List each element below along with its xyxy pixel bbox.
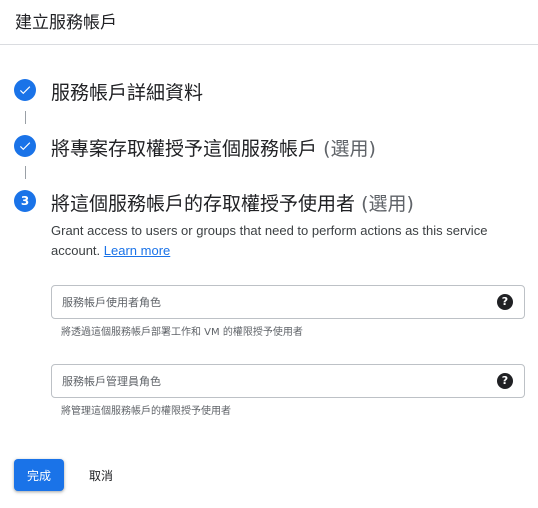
help-icon[interactable]: ? [497, 294, 513, 310]
service-account-admins-role-field[interactable]: ? [51, 364, 525, 398]
step-3-number-icon: 3 [14, 190, 36, 212]
step-2-title-text: 將專案存取權授予這個服務帳戶 [51, 138, 318, 160]
service-account-admins-role-hint: 將管理這個服務帳戶的權限授予使用者 [61, 406, 231, 417]
step-2-optional-label: (選用) [323, 138, 376, 160]
step-3-description: Grant access to users or groups that nee… [51, 221, 521, 261]
learn-more-link[interactable]: Learn more [104, 243, 170, 258]
service-account-users-role-hint: 將透過這個服務帳戶部署工作和 VM 的權限授予使用者 [61, 327, 303, 338]
page-title: 建立服務帳戶 [15, 13, 117, 33]
service-account-users-role-field[interactable]: ? [51, 285, 525, 319]
step-3-title: 將這個服務帳戶的存取權授予使用者 (選用) [51, 189, 414, 216]
done-button[interactable]: 完成 [14, 459, 64, 491]
step-3-optional-label: (選用) [361, 193, 414, 215]
service-account-admins-role-input[interactable] [52, 365, 482, 397]
cancel-button[interactable]: 取消 [78, 459, 124, 491]
step-3-title-text: 將這個服務帳戶的存取權授予使用者 [51, 193, 356, 215]
step-connector [25, 111, 26, 124]
step-2-check-icon [14, 135, 36, 157]
step-1-title[interactable]: 服務帳戶詳細資料 [51, 78, 203, 105]
step-1-check-icon [14, 79, 36, 101]
step-2-title[interactable]: 將專案存取權授予這個服務帳戶 (選用) [51, 134, 376, 161]
help-icon[interactable]: ? [497, 373, 513, 389]
service-account-users-role-input[interactable] [52, 286, 482, 318]
step-connector [25, 166, 26, 179]
dialog-header: 建立服務帳戶 [0, 0, 538, 45]
